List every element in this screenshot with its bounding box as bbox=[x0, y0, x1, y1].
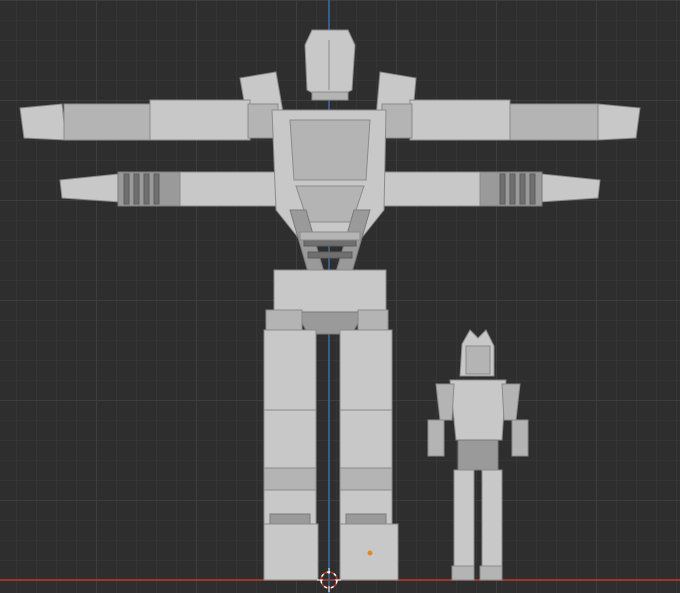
small-robot-mesh[interactable] bbox=[427, 329, 529, 581]
large-robot-mesh[interactable] bbox=[19, 29, 641, 581]
3d-viewport[interactable] bbox=[0, 0, 680, 593]
origin-dot bbox=[367, 550, 373, 556]
